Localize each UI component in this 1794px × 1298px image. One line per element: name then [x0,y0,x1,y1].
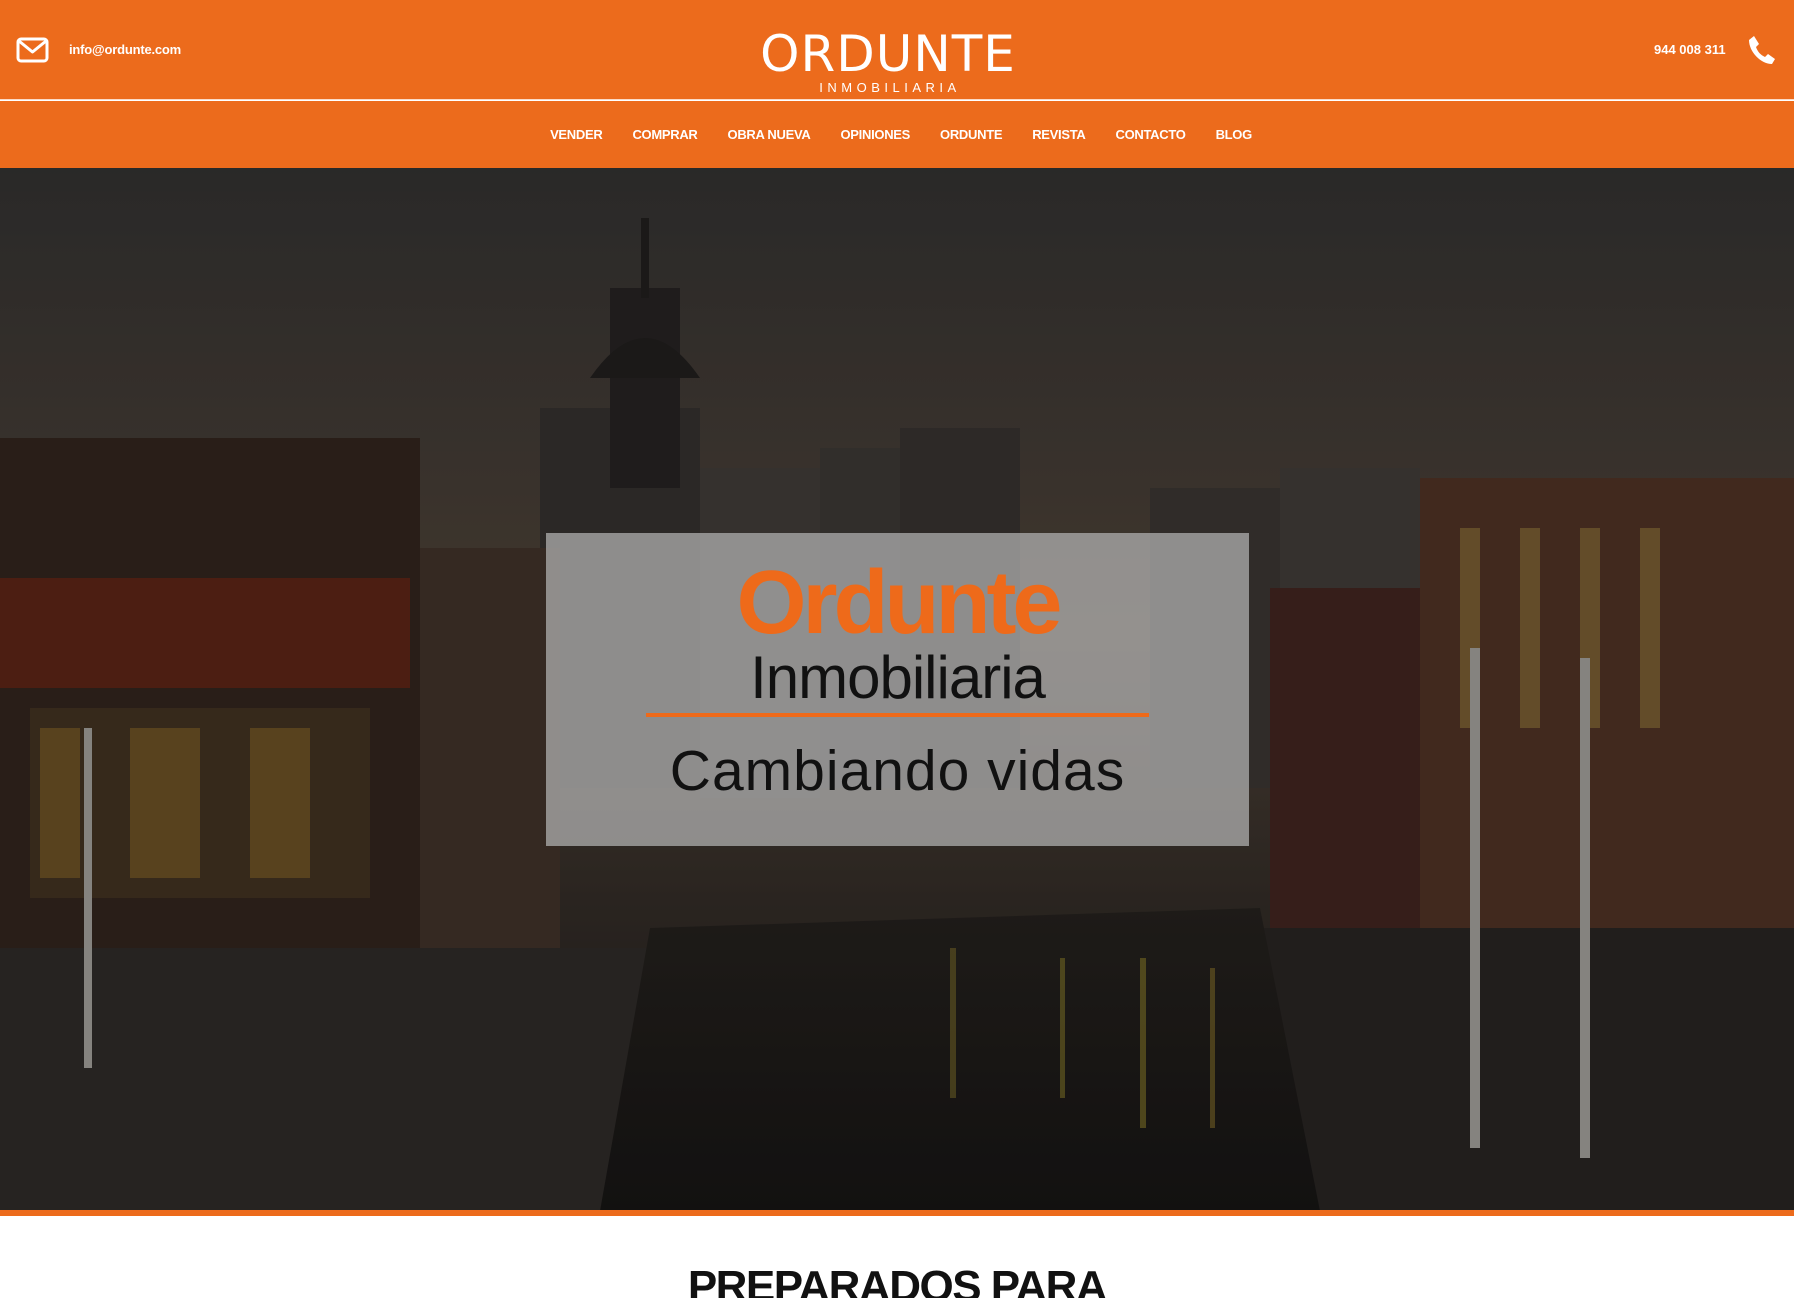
phone-icon[interactable] [1747,34,1777,66]
nav-item-vender[interactable]: VENDER [550,127,603,142]
envelope-icon[interactable] [16,37,49,63]
main-nav: VENDER COMPRAR OBRA NUEVA OPINIONES ORDU… [0,101,1794,168]
hero-tagline: Cambiando vidas [669,739,1126,803]
nav-item-contacto[interactable]: CONTACTO [1116,127,1186,142]
email-link[interactable]: info@ordunte.com [69,42,181,57]
hero-brand: Ordunte [736,553,1063,653]
section-title: PREPARADOS PARA [687,1262,1108,1298]
logo-wordmark: ORDUNTE [760,25,1016,83]
top-header: info@ordunte.com ORDUNTE INMOBILIARIA 94… [0,0,1794,100]
logo[interactable]: ORDUNTE INMOBILIARIA [758,28,1018,96]
nav-item-opiniones[interactable]: OPINIONES [840,127,910,142]
nav-item-comprar[interactable]: COMPRAR [632,127,697,142]
hero-text-panel: Ordunte Inmobiliaria Cambiando vidas [546,533,1249,846]
nav-item-revista[interactable]: REVISTA [1032,127,1086,142]
nav-item-blog[interactable]: BLOG [1216,127,1253,142]
phone-link[interactable]: 944 008 311 [1654,42,1726,57]
hero-divider [646,713,1149,717]
hero-bottom-border [0,1210,1794,1216]
nav-item-obra-nueva[interactable]: OBRA NUEVA [728,127,811,142]
nav-list: VENDER COMPRAR OBRA NUEVA OPINIONES ORDU… [0,101,1794,168]
hero-subtitle: Inmobiliaria [750,644,1046,711]
hero-section: Ordunte Inmobiliaria Cambiando vidas [0,168,1794,1211]
nav-item-ordunte[interactable]: ORDUNTE [940,127,1002,142]
